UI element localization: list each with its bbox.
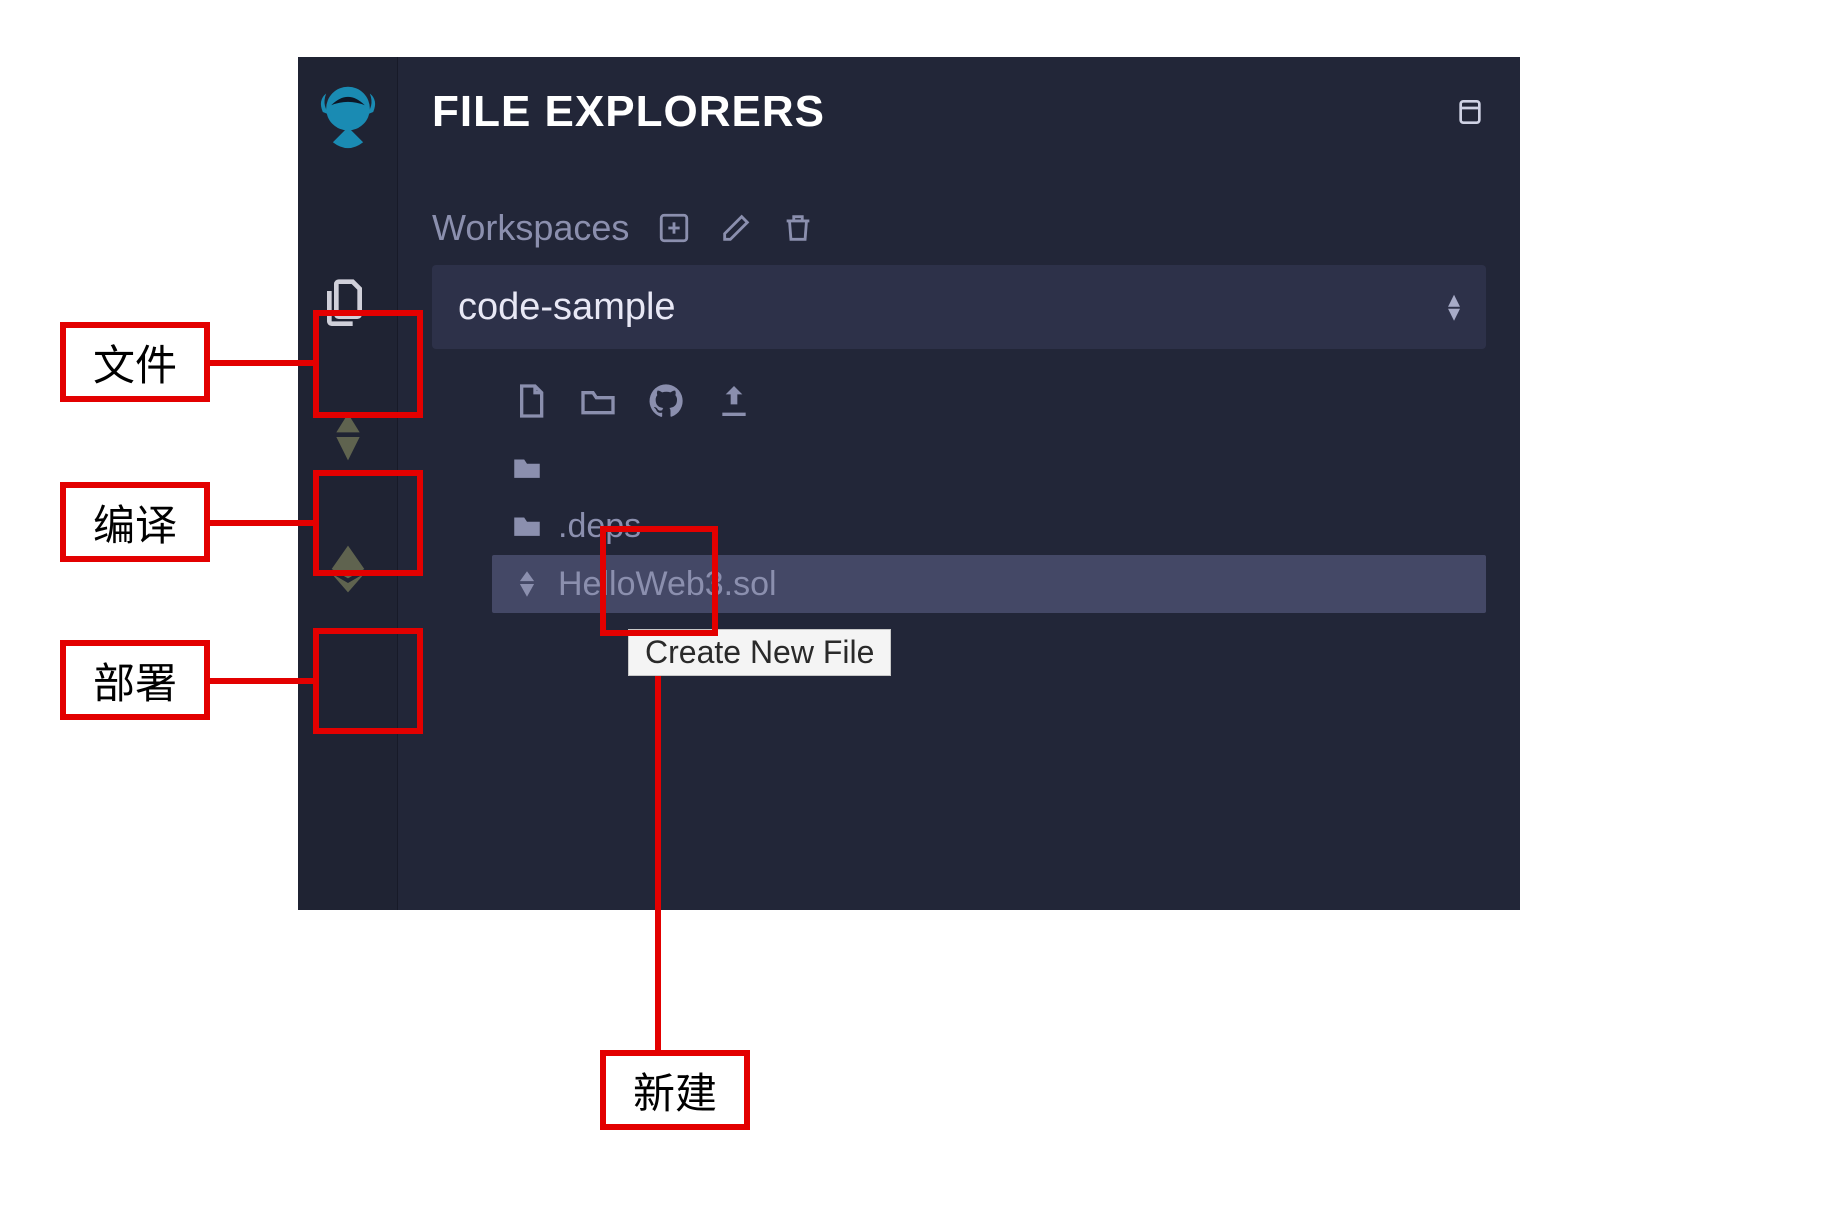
workspace-select[interactable]: code-sample ▴▾ — [432, 265, 1486, 349]
workspace-selected-value: code-sample — [458, 286, 676, 329]
annotation-label-deploy: 部署 — [60, 640, 210, 720]
annotation-label-file: 文件 — [60, 322, 210, 402]
annotation-label-compile: 编译 — [60, 482, 210, 562]
annotation-highlight-compile-nav — [313, 470, 423, 576]
file-tree: contracts .deps HelloWeb3.sol — [432, 439, 1486, 613]
workspaces-row: Workspaces — [432, 207, 1486, 249]
file-toolbar — [432, 377, 1486, 425]
book-icon[interactable] — [1454, 96, 1486, 128]
annotation-highlight-new-file — [600, 526, 718, 636]
workspace-add-button[interactable] — [657, 211, 691, 245]
annotation-connector — [210, 360, 313, 366]
workspace-rename-button[interactable] — [719, 211, 753, 245]
new-folder-button[interactable] — [574, 377, 622, 425]
tooltip-create-new-file: Create New File — [628, 629, 891, 676]
new-file-button[interactable] — [506, 377, 554, 425]
annotation-highlight-file-nav — [313, 310, 423, 418]
select-caret-icon: ▴▾ — [1448, 293, 1460, 322]
solidity-file-icon — [510, 567, 544, 601]
annotation-label-new: 新建 — [600, 1050, 750, 1130]
annotation-connector — [655, 636, 661, 1050]
github-button[interactable] — [642, 377, 690, 425]
panel-title: FILE EXPLORERS — [432, 87, 825, 137]
annotation-connector — [210, 678, 313, 684]
workspaces-label: Workspaces — [432, 207, 629, 249]
folder-icon — [510, 451, 544, 485]
upload-button[interactable] — [710, 377, 758, 425]
file-explorer-panel: FILE EXPLORERS Workspaces — [398, 57, 1520, 910]
tree-folder-contracts[interactable]: contracts — [500, 439, 1486, 497]
panel-header: FILE EXPLORERS — [432, 87, 1486, 137]
folder-icon — [510, 509, 544, 543]
ide-window: FILE EXPLORERS Workspaces — [298, 57, 1520, 910]
annotation-highlight-deploy-nav — [313, 628, 423, 734]
annotation-connector — [210, 520, 313, 526]
workspace-delete-button[interactable] — [781, 211, 815, 245]
app-logo — [306, 75, 390, 159]
